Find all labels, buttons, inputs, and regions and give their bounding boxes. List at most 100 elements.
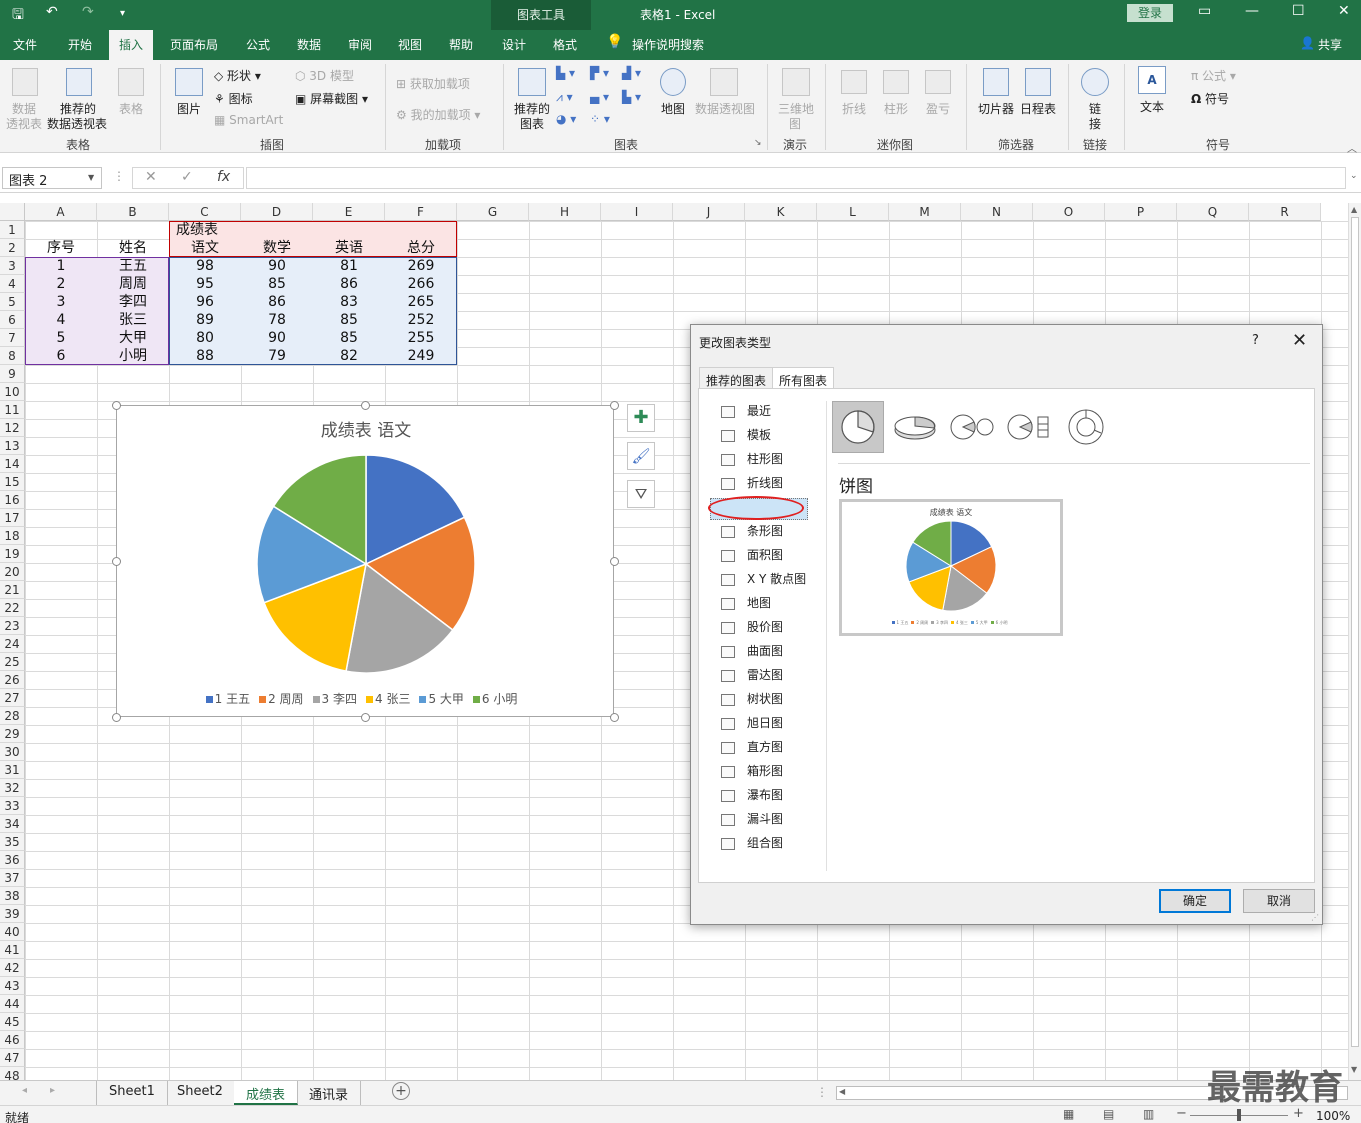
row-header[interactable]: 17 [0, 509, 25, 527]
zoom-level[interactable]: 100% [1316, 1109, 1350, 1123]
scroll-left-icon[interactable]: ◀ [839, 1087, 845, 1096]
row-header[interactable]: 33 [0, 797, 25, 815]
table-cell[interactable]: 79 [241, 347, 313, 365]
row-header[interactable]: 36 [0, 851, 25, 869]
row-header[interactable]: 19 [0, 545, 25, 563]
close-icon[interactable]: ✕ [1338, 3, 1350, 19]
scroll-up-icon[interactable]: ▲ [1351, 205, 1357, 214]
table-button[interactable]: 表格 [119, 100, 143, 117]
pie-plot-area[interactable] [117, 406, 615, 718]
column-header[interactable]: A [25, 203, 97, 221]
table-cell[interactable]: 249 [385, 347, 457, 365]
chart-type-item[interactable]: 股价图 [721, 617, 783, 637]
chart-type-item[interactable]: 最近 [721, 401, 771, 421]
timeline-button[interactable]: 日程表 [1020, 100, 1056, 117]
tab-all-charts[interactable]: 所有图表 [772, 367, 835, 390]
text-button[interactable]: 文本 [1140, 98, 1164, 115]
row-header[interactable]: 34 [0, 815, 25, 833]
table-cell[interactable]: 90 [241, 257, 313, 275]
table-cell[interactable]: 81 [313, 257, 385, 275]
table-cell[interactable]: 252 [385, 311, 457, 329]
tab-help[interactable]: 帮助 [449, 36, 473, 53]
chart-elements-button[interactable]: ✚ [627, 404, 655, 432]
dialog-close-icon[interactable]: ✕ [1292, 330, 1307, 351]
legend-item[interactable]: 2 周周 [911, 620, 928, 625]
column-header[interactable]: P [1105, 203, 1177, 221]
table-cell[interactable]: 269 [385, 257, 457, 275]
pie-chart-icon[interactable]: ◕ ▾ [556, 112, 576, 126]
tab-format[interactable]: 格式 [553, 36, 577, 53]
row-header[interactable]: 47 [0, 1049, 25, 1067]
row-header[interactable]: 15 [0, 473, 25, 491]
row-header[interactable]: 24 [0, 635, 25, 653]
table-cell[interactable]: 1 [25, 257, 97, 275]
legend-item[interactable]: 4 张三 [951, 620, 968, 625]
column-header[interactable]: Q [1177, 203, 1249, 221]
row-header[interactable]: 30 [0, 743, 25, 761]
tab-home[interactable]: 开始 [68, 36, 92, 53]
chart-type-item[interactable]: 地图 [721, 593, 771, 613]
hierarchy-chart-icon[interactable]: ▛ ▾ [590, 66, 609, 80]
subtype-pie-of-pie[interactable] [946, 401, 998, 453]
chart-type-item[interactable]: X Y 散点图 [721, 569, 806, 589]
formula-input[interactable] [246, 167, 1346, 189]
chart-type-item[interactable]: 瀑布图 [721, 785, 783, 805]
row-header[interactable]: 21 [0, 581, 25, 599]
page-layout-view-icon[interactable]: ▤ [1103, 1107, 1114, 1121]
recommended-charts-label2[interactable]: 图表 [520, 115, 544, 132]
expand-formula-icon[interactable]: ⌄ [1350, 171, 1358, 181]
table-cell[interactable]: 86 [313, 275, 385, 293]
legend-item[interactable]: 3 李四 [312, 692, 357, 706]
pie-chart[interactable]: 成绩表 语文 1 王五 2 周周 3 李四 4 张三 5 大甲 6 小明 [116, 405, 614, 717]
column-chart-icon[interactable]: ▙ ▾ [556, 66, 575, 80]
tab-data[interactable]: 数据 [297, 36, 321, 53]
chart-type-item[interactable]: 组合图 [721, 833, 783, 853]
row-header[interactable]: 18 [0, 527, 25, 545]
row-header[interactable]: 45 [0, 1013, 25, 1031]
row-header[interactable]: 26 [0, 671, 25, 689]
legend-item[interactable]: 2 周周 [259, 692, 304, 706]
row-header[interactable]: 38 [0, 887, 25, 905]
column-header[interactable]: O [1033, 203, 1105, 221]
table-cell[interactable]: 265 [385, 293, 457, 311]
sheet-tab-scores[interactable]: 成绩表 [234, 1081, 299, 1105]
tab-design[interactable]: 设计 [502, 36, 526, 53]
resize-grip-icon[interactable]: ⋰ [1311, 913, 1319, 922]
legend-item[interactable]: 3 李四 [931, 620, 948, 625]
add-sheet-icon[interactable]: + [392, 1082, 410, 1100]
column-header[interactable]: H [529, 203, 601, 221]
table-cell[interactable]: 周周 [97, 275, 169, 293]
table-cell[interactable]: 78 [241, 311, 313, 329]
legend-item[interactable]: 6 小明 [990, 620, 1007, 625]
column-header[interactable]: E [313, 203, 385, 221]
row-header[interactable]: 41 [0, 941, 25, 959]
tab-view[interactable]: 视图 [398, 36, 422, 53]
chart-type-item[interactable]: 模板 [721, 425, 771, 445]
chart-type-item[interactable]: 折线图 [721, 473, 783, 493]
row-header[interactable]: 8 [0, 347, 25, 365]
row-header[interactable]: 32 [0, 779, 25, 797]
chart-type-item[interactable]: 漏斗图 [721, 809, 783, 829]
legend-item[interactable]: 4 张三 [366, 692, 410, 706]
undo-icon[interactable]: ↶ [46, 4, 58, 20]
table-cell[interactable]: 85 [313, 329, 385, 347]
chart-type-item[interactable]: 曲面图 [721, 641, 783, 661]
legend-item[interactable]: 1 王五 [891, 620, 908, 625]
table-header-cell[interactable]: 姓名 [97, 239, 169, 257]
table-header-cell[interactable]: 序号 [25, 239, 97, 257]
chart-preview[interactable]: 成绩表 语文 1 王五 2 周周 3 李四 4 张三 5 大甲 6 小明 [839, 499, 1063, 636]
row-header[interactable]: 37 [0, 869, 25, 887]
chart-legend[interactable]: 1 王五 2 周周 3 李四 4 张三 5 大甲 6 小明 [117, 690, 615, 707]
row-header[interactable]: 14 [0, 455, 25, 473]
column-header[interactable]: I [601, 203, 673, 221]
chart-type-item[interactable]: 直方图 [721, 737, 783, 757]
table-cell[interactable]: 80 [169, 329, 241, 347]
maximize-icon[interactable]: ☐ [1292, 3, 1305, 19]
table-cell[interactable]: 5 [25, 329, 97, 347]
name-box-dropdown-icon[interactable]: ▼ [88, 173, 94, 182]
symbol-button[interactable]: Ω 符号 [1191, 90, 1229, 107]
row-header[interactable]: 23 [0, 617, 25, 635]
column-header[interactable]: L [817, 203, 889, 221]
table-header-cell[interactable]: 英语 [313, 239, 385, 257]
column-header[interactable]: J [673, 203, 745, 221]
